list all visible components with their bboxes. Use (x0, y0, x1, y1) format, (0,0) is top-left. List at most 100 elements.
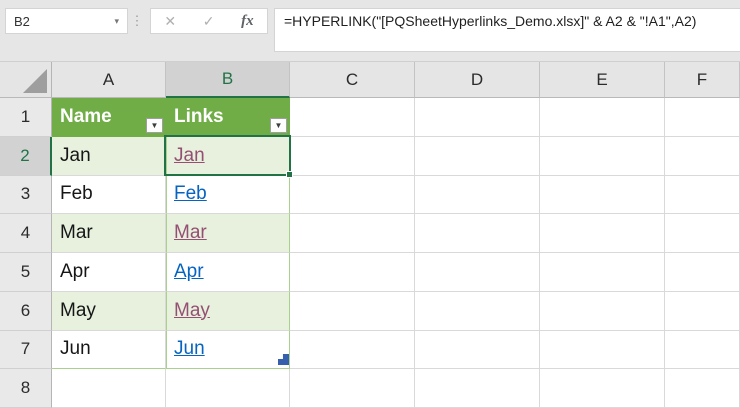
table-header-name: Name (60, 106, 112, 128)
cell-text: Feb (60, 183, 93, 205)
column-header-strip: A B C D E F (0, 61, 740, 98)
cell-e8[interactable] (540, 369, 665, 408)
column-header-c[interactable]: C (290, 62, 415, 98)
cell-d1[interactable] (415, 98, 540, 137)
cell-a7[interactable]: Jun (52, 331, 166, 370)
cell-a2[interactable]: Jan (52, 137, 166, 176)
name-box-value: B2 (14, 14, 30, 29)
column-header-e[interactable]: E (540, 62, 665, 98)
cell-e2[interactable] (540, 137, 665, 176)
column-header-b[interactable]: B (166, 62, 290, 98)
cell-d7[interactable] (415, 331, 540, 370)
column-header-d[interactable]: D (415, 62, 540, 98)
cell-c1[interactable] (290, 98, 415, 137)
cell-f7[interactable] (665, 331, 740, 370)
enter-icon[interactable]: ✓ (203, 13, 215, 30)
cell-f4[interactable] (665, 214, 740, 253)
filter-button-links[interactable]: ▼ (270, 118, 287, 133)
cell-a6[interactable]: May (52, 292, 166, 331)
name-box-dropdown-icon[interactable]: ▾ (114, 16, 119, 27)
cell-text: Jan (60, 145, 91, 167)
cell-c3[interactable] (290, 176, 415, 215)
formula-bar-separator-icon: ⋮ (128, 8, 146, 34)
cell-f5[interactable] (665, 253, 740, 292)
cell-f8[interactable] (665, 369, 740, 408)
row-5: 5 Apr Apr (0, 253, 740, 292)
row-3: 3 Feb Feb (0, 176, 740, 215)
cell-f3[interactable] (665, 176, 740, 215)
filter-button-name[interactable]: ▼ (146, 118, 163, 133)
row-header-5[interactable]: 5 (0, 253, 52, 292)
cell-text: Apr (60, 261, 90, 283)
cell-e6[interactable] (540, 292, 665, 331)
cell-c7[interactable] (290, 331, 415, 370)
filter-dropdown-icon: ▼ (275, 121, 283, 130)
cell-a4[interactable]: Mar (52, 214, 166, 253)
cell-d2[interactable] (415, 137, 540, 176)
cell-d5[interactable] (415, 253, 540, 292)
row-7: 7 Jun Jun (0, 331, 740, 370)
cell-f1[interactable] (665, 98, 740, 137)
cell-a5[interactable]: Apr (52, 253, 166, 292)
column-header-f[interactable]: F (665, 62, 740, 98)
cell-e1[interactable] (540, 98, 665, 137)
cell-b1[interactable]: Links ▼ (166, 98, 290, 137)
cell-a1[interactable]: Name ▼ (52, 98, 166, 137)
cell-f2[interactable] (665, 137, 740, 176)
hyperlink[interactable]: Jun (174, 338, 205, 360)
cell-e3[interactable] (540, 176, 665, 215)
cell-d8[interactable] (415, 369, 540, 408)
formula-input[interactable]: =HYPERLINK("[PQSheetHyperlinks_Demo.xlsx… (274, 8, 740, 52)
row-1: 1 Name ▼ Links ▼ (0, 98, 740, 137)
cell-text: Mar (60, 222, 93, 244)
hyperlink[interactable]: Feb (174, 183, 207, 205)
row-header-7[interactable]: 7 (0, 331, 52, 370)
name-box[interactable]: B2 ▾ (5, 8, 128, 34)
cell-a8[interactable] (52, 369, 166, 408)
formula-buttons: ✕ ✓ fx (150, 8, 268, 34)
cell-f6[interactable] (665, 292, 740, 331)
cell-d4[interactable] (415, 214, 540, 253)
hyperlink[interactable]: Jan (174, 145, 205, 167)
cell-c6[interactable] (290, 292, 415, 331)
row-header-8[interactable]: 8 (0, 369, 52, 408)
hyperlink[interactable]: Apr (174, 261, 204, 283)
cell-text: May (60, 300, 96, 322)
row-header-3[interactable]: 3 (0, 176, 52, 215)
cell-d3[interactable] (415, 176, 540, 215)
row-2: 2 Jan Jan (0, 137, 740, 176)
cell-b7[interactable]: Jun (166, 331, 290, 370)
cell-e7[interactable] (540, 331, 665, 370)
cell-c5[interactable] (290, 253, 415, 292)
cell-b5[interactable]: Apr (166, 253, 290, 292)
cell-b3[interactable]: Feb (166, 176, 290, 215)
cell-a3[interactable]: Feb (52, 176, 166, 215)
cell-c4[interactable] (290, 214, 415, 253)
cell-b6[interactable]: May (166, 292, 290, 331)
cell-b8[interactable] (166, 369, 290, 408)
cell-b4[interactable]: Mar (166, 214, 290, 253)
column-header-a[interactable]: A (52, 62, 166, 98)
select-all-triangle-icon (23, 69, 47, 93)
cell-d6[interactable] (415, 292, 540, 331)
hyperlink[interactable]: Mar (174, 222, 207, 244)
row-header-6[interactable]: 6 (0, 292, 52, 331)
spreadsheet-grid: 1 Name ▼ Links ▼ 2 Jan Jan 3 Feb Feb 4 (0, 98, 740, 408)
hyperlink[interactable]: May (174, 300, 210, 322)
row-8: 8 (0, 369, 740, 408)
row-6: 6 May May (0, 292, 740, 331)
row-4: 4 Mar Mar (0, 214, 740, 253)
row-header-2[interactable]: 2 (0, 137, 52, 176)
row-header-1[interactable]: 1 (0, 98, 52, 137)
cell-b2[interactable]: Jan (166, 137, 290, 176)
cell-c8[interactable] (290, 369, 415, 408)
cell-c2[interactable] (290, 137, 415, 176)
table-header-links: Links (174, 106, 224, 128)
formula-bar-strip: B2 ▾ ⋮ ✕ ✓ fx =HYPERLINK("[PQSheetHyperl… (0, 0, 740, 61)
select-all-corner[interactable] (0, 62, 52, 98)
insert-function-icon[interactable]: fx (241, 13, 254, 30)
cell-e4[interactable] (540, 214, 665, 253)
cell-e5[interactable] (540, 253, 665, 292)
cancel-icon[interactable]: ✕ (164, 13, 176, 30)
row-header-4[interactable]: 4 (0, 214, 52, 253)
